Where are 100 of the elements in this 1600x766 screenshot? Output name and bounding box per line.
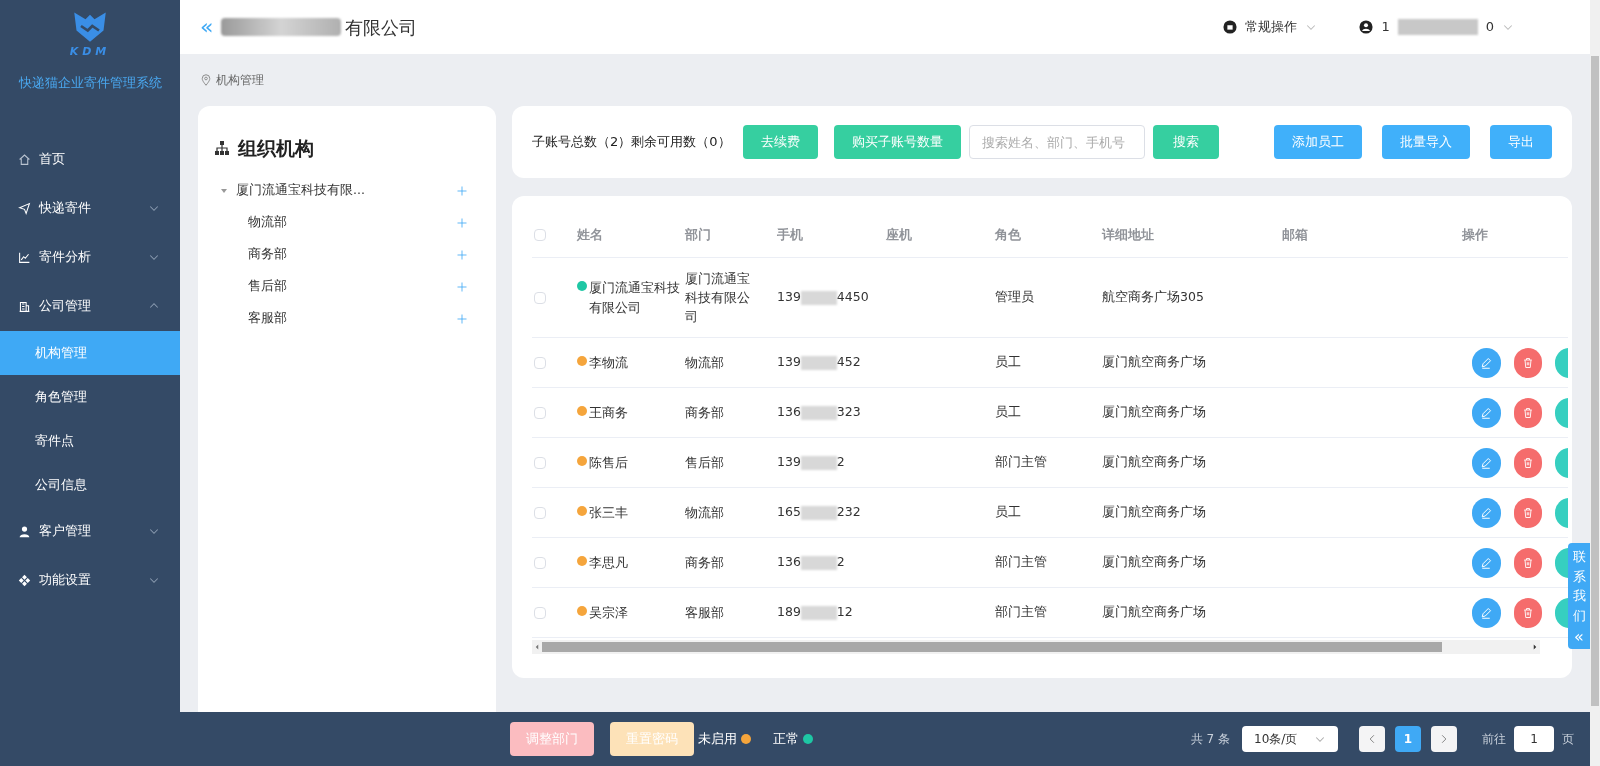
table-cell: 部门主管 xyxy=(995,553,1047,572)
sidebar-item[interactable]: 首页 xyxy=(0,134,180,184)
page-size-select[interactable]: 10条/页 xyxy=(1242,726,1338,752)
table-cell: 张三丰 xyxy=(589,504,628,520)
legend-label: 未启用 xyxy=(698,730,737,749)
table-cell: 部门主管 xyxy=(995,453,1047,472)
table-cell-text: 客服部 xyxy=(685,604,725,622)
table-cell: 139 xyxy=(777,288,801,307)
edit-button[interactable] xyxy=(1472,597,1501,628)
diamond-icon xyxy=(18,573,31,587)
trash-icon xyxy=(1522,556,1534,569)
pencil-icon xyxy=(1480,506,1493,519)
redaction-blur xyxy=(800,405,837,420)
column-header: 邮箱 xyxy=(1282,225,1308,244)
plus-icon xyxy=(456,216,468,229)
sidebar-subitem[interactable]: 角色管理 xyxy=(0,374,180,419)
page-unit-label: 页 xyxy=(1562,731,1574,748)
operations-menu[interactable]: 常规操作 xyxy=(1245,17,1298,37)
hierarchy-icon xyxy=(214,140,230,157)
edit-button[interactable] xyxy=(1472,347,1501,378)
edit-button[interactable] xyxy=(1472,497,1501,528)
table-cell: 员工 xyxy=(995,403,1021,422)
chart-icon xyxy=(18,250,31,264)
checkbox[interactable] xyxy=(534,228,546,241)
user-name[interactable]: 1 xyxy=(1381,17,1390,37)
account-summary: 子账号总数（2）剩余可用数（0） xyxy=(532,133,731,152)
plus-icon xyxy=(456,184,468,197)
table-cell: 李思凡 xyxy=(589,554,628,570)
delete-button[interactable] xyxy=(1513,447,1543,478)
table-cell: 李物流 xyxy=(589,354,628,370)
user-name[interactable]: 0 xyxy=(1485,17,1494,37)
breadcrumb[interactable]: 机构管理 xyxy=(216,71,264,89)
table-cell: 4450 xyxy=(836,288,869,307)
toolbox-icon xyxy=(1223,20,1238,34)
table-cell: 员工 xyxy=(995,353,1021,372)
previous-page-button[interactable] xyxy=(1359,726,1385,752)
edit-button[interactable] xyxy=(1472,547,1501,578)
tree-node[interactable]: 客服部 xyxy=(214,302,480,335)
table-cell: 2 xyxy=(836,553,845,572)
sidebar-item[interactable]: 快递寄件 xyxy=(0,183,180,233)
checkbox[interactable] xyxy=(534,456,546,469)
sidebar-item[interactable]: 公司管理 xyxy=(0,281,180,331)
table-cell: 323 xyxy=(836,403,861,422)
trash-icon xyxy=(1522,606,1534,619)
redaction-blur xyxy=(800,455,837,470)
location-icon xyxy=(200,74,212,86)
table-cell: 厦门流通宝科技有限公司 xyxy=(589,280,680,315)
column-header: 手机 xyxy=(777,225,803,244)
scrollbar[interactable] xyxy=(1590,0,1600,766)
plus-icon xyxy=(456,280,468,293)
caret-icon xyxy=(220,186,228,195)
checkbox[interactable] xyxy=(534,291,546,304)
company-name: 有限公司 xyxy=(345,15,418,40)
chevron-right-icon xyxy=(1439,734,1449,744)
checkbox[interactable] xyxy=(534,606,546,619)
checkbox[interactable] xyxy=(534,556,546,569)
table-cell: 136 xyxy=(777,553,801,572)
trash-icon xyxy=(1522,356,1534,369)
tree-node[interactable]: 厦门流通宝科技有限... xyxy=(214,174,480,207)
checkbox[interactable] xyxy=(534,506,546,519)
table-cell: 管理员 xyxy=(995,288,1034,307)
column-header: 姓名 xyxy=(577,225,603,244)
delete-button[interactable] xyxy=(1513,347,1543,378)
checkbox[interactable] xyxy=(534,356,546,369)
edit-button[interactable] xyxy=(1472,447,1501,478)
column-header: 座机 xyxy=(886,225,912,244)
table-cell: 136 xyxy=(777,403,801,422)
sidebar-item[interactable]: 客户管理 xyxy=(0,506,180,556)
delete-button[interactable] xyxy=(1513,547,1543,578)
edit-button[interactable] xyxy=(1472,397,1501,428)
delete-button[interactable] xyxy=(1513,397,1543,428)
tree-node[interactable]: 物流部 xyxy=(214,206,480,239)
delete-button[interactable] xyxy=(1513,597,1543,628)
trash-icon xyxy=(1522,406,1534,419)
tree-title: 组织机构 xyxy=(238,136,314,161)
redaction-blur xyxy=(800,505,837,520)
sidebar-subitem[interactable]: 公司信息 xyxy=(0,462,180,507)
table-cell: 吴宗泽 xyxy=(589,604,628,620)
sidebar-item[interactable]: 功能设置 xyxy=(0,555,180,605)
sidebar-subitem[interactable]: 寄件点 xyxy=(0,418,180,463)
table-cell: 厦门航空商务广场 xyxy=(1102,603,1206,622)
trash-icon xyxy=(1522,456,1534,469)
tree-node[interactable]: 商务部 xyxy=(214,238,480,271)
table-cell: 厦门航空商务广场 xyxy=(1102,503,1206,522)
user-icon xyxy=(18,524,31,538)
checkbox[interactable] xyxy=(534,406,546,419)
sidebar-item[interactable]: 寄件分析 xyxy=(0,232,180,282)
page-number-field[interactable]: 1 xyxy=(1514,726,1554,752)
table-cell: 12 xyxy=(836,603,853,622)
redaction-blur xyxy=(800,355,837,370)
horizontal-scrollbar[interactable] xyxy=(532,640,1540,654)
table-cell-text: 厦门流通宝科技有限公司 xyxy=(685,270,751,326)
column-header: 角色 xyxy=(995,225,1021,244)
table-cell: 232 xyxy=(836,503,861,522)
app-title: 快递猫企业寄件管理系统 xyxy=(18,74,162,92)
delete-button[interactable] xyxy=(1513,497,1543,528)
next-page-button[interactable] xyxy=(1431,726,1457,752)
search-field[interactable]: 搜索姓名、部门、手机号 xyxy=(968,125,1145,159)
tree-node[interactable]: 售后部 xyxy=(214,270,480,303)
building-icon xyxy=(18,299,31,313)
